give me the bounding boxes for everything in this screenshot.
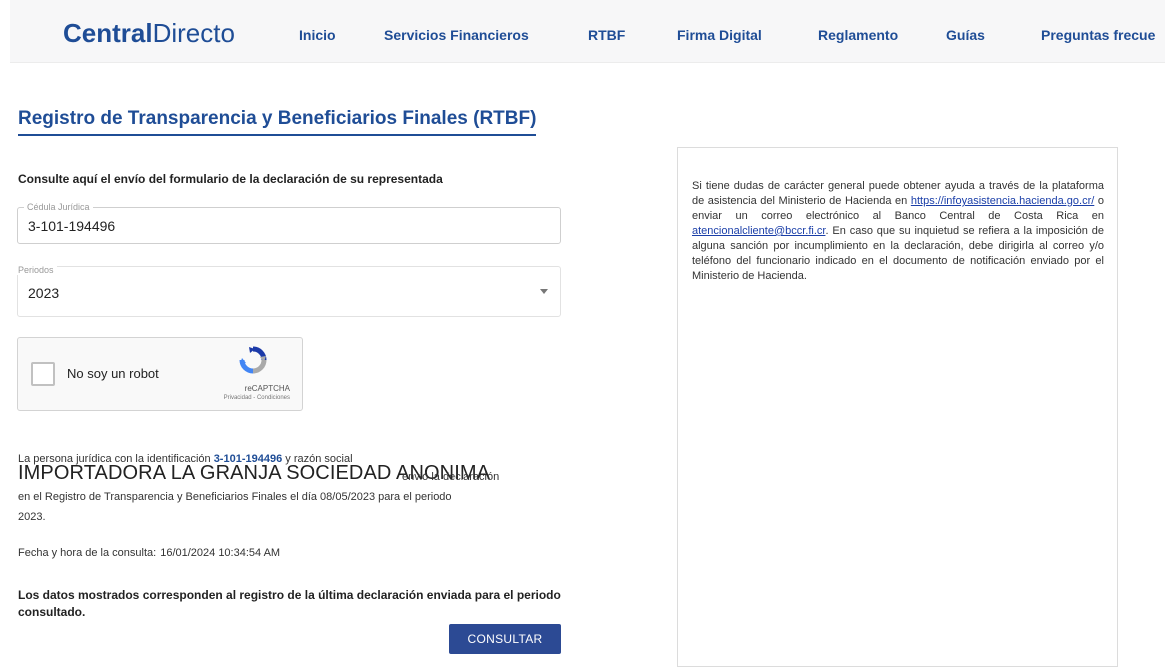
nav-guias[interactable]: Guías	[946, 27, 985, 43]
nav-inicio[interactable]: Inicio	[299, 27, 336, 43]
dropdown-arrow-icon[interactable]	[540, 289, 548, 294]
nav-preguntas-frecuentes[interactable]: Preguntas frecue	[1041, 27, 1155, 43]
recaptcha-brand: reCAPTCHA	[244, 384, 290, 393]
result-line-3: en el Registro de Transparencia y Benefi…	[18, 491, 452, 503]
nav-reglamento[interactable]: Reglamento	[818, 27, 898, 43]
periodos-label: Periodos	[14, 265, 57, 275]
consult-datetime: Fecha y hora de la consulta: 16/01/2024 1…	[18, 547, 280, 559]
hacienda-assistance-link[interactable]: https://infoyasistencia.hacienda.go.cr/	[911, 195, 1094, 207]
cedula-juridica-label: Cédula Jurídica	[24, 202, 93, 212]
recaptcha-privacy-links[interactable]: Privacidad - Condiciones	[224, 395, 290, 401]
recaptcha-label: No soy un robot	[67, 366, 159, 381]
recaptcha-widget: No soy un robot reCAPTCHA Privacidad - C…	[17, 337, 303, 411]
form-subtitle: Consulte aquí el envío del formulario de…	[18, 172, 443, 186]
recaptcha-logo-icon	[239, 346, 267, 374]
consultar-button[interactable]: CONSULTAR	[449, 624, 561, 654]
data-notice: Los datos mostrados corresponden al regi…	[18, 588, 561, 619]
main-nav: Inicio Servicios Financieros RTBF Firma …	[10, 27, 1165, 47]
periodos-select[interactable]: Periodos 2023	[14, 265, 561, 317]
page-title: Registro de Transparencia y Beneficiario…	[18, 108, 537, 136]
nav-firma-digital[interactable]: Firma Digital	[677, 27, 762, 43]
help-info-panel: Si tiene dudas de carácter general puede…	[677, 147, 1118, 667]
help-info-text: Si tiene dudas de carácter general puede…	[692, 179, 1104, 284]
cedula-juridica-value[interactable]: 3-101-194496	[28, 218, 115, 234]
result-company-tail: envió la declaración	[402, 471, 500, 483]
periodos-value[interactable]: 2023	[28, 285, 59, 301]
consult-datetime-label: Fecha y hora de la consulta:	[18, 547, 157, 559]
bccr-email-link[interactable]: atencionalcliente@bccr.fi.cr	[692, 225, 825, 237]
cedula-juridica-field[interactable]: Cédula Jurídica 3-101-194496	[17, 202, 561, 244]
result-line-4: 2023.	[18, 511, 46, 523]
recaptcha-checkbox[interactable]	[31, 362, 55, 386]
consult-datetime-value: 16/01/2024 10:34:54 AM	[160, 547, 281, 559]
nav-rtbf[interactable]: RTBF	[588, 27, 625, 43]
nav-servicios-financieros[interactable]: Servicios Financieros	[384, 27, 529, 43]
top-header: CentralDirecto Inicio Servicios Financie…	[10, 0, 1165, 63]
